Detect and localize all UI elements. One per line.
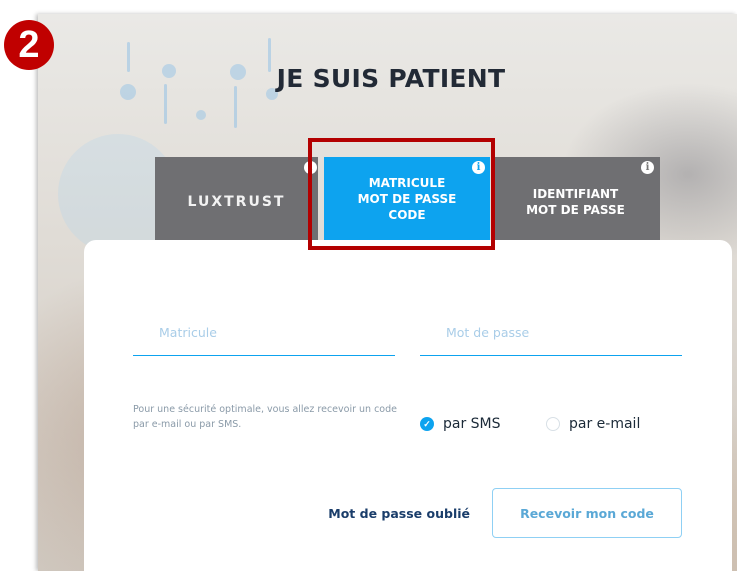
luxtrust-logo: LUXTRUST bbox=[187, 194, 286, 210]
security-note: Pour une sécurité optimale, vous allez r… bbox=[133, 404, 397, 430]
decorative-dot bbox=[120, 84, 136, 100]
decorative-line bbox=[164, 84, 167, 124]
radio-email-option[interactable]: par e-mail bbox=[546, 416, 640, 432]
info-icon[interactable]: i bbox=[641, 161, 654, 174]
check-icon[interactable]: ✓ bbox=[420, 417, 434, 431]
login-form-card: Pour une sécurité optimale, vous allez r… bbox=[84, 240, 732, 571]
decorative-dot bbox=[162, 64, 176, 78]
matricule-field-wrapper bbox=[133, 310, 395, 356]
password-field-wrapper bbox=[420, 310, 682, 356]
info-icon[interactable]: i bbox=[472, 161, 485, 174]
tab-label: MATRICULE MOT DE PASSE CODE bbox=[358, 175, 457, 223]
receive-code-button[interactable]: Recevoir mon code bbox=[492, 488, 682, 538]
radio-unchecked-icon[interactable] bbox=[546, 417, 560, 431]
radio-email-label: par e-mail bbox=[569, 416, 641, 432]
step-number-badge: 2 bbox=[4, 20, 54, 70]
tab-label: IDENTIFIANT MOT DE PASSE bbox=[526, 186, 625, 218]
page-title: JE SUIS PATIENT bbox=[276, 64, 506, 93]
login-method-tabs: LUXTRUST i MATRICULE MOT DE PASSE CODE i… bbox=[155, 157, 660, 241]
radio-sms-option[interactable]: ✓ par SMS bbox=[420, 416, 501, 432]
decorative-dot bbox=[196, 110, 206, 120]
tab-identifier-password[interactable]: IDENTIFIANT MOT DE PASSE i bbox=[491, 157, 660, 241]
tab-label-line: MOT DE PASSE bbox=[357, 192, 457, 206]
radio-sms-label: par SMS bbox=[443, 416, 501, 432]
tab-label-line: IDENTIFIANT bbox=[532, 187, 619, 201]
decorative-line bbox=[127, 42, 130, 72]
tab-luxtrust[interactable]: LUXTRUST i bbox=[155, 157, 318, 241]
info-icon[interactable]: i bbox=[304, 161, 317, 174]
forgot-password-link[interactable]: Mot de passe oublié bbox=[318, 506, 470, 521]
matricule-input[interactable] bbox=[133, 310, 395, 355]
tab-label-line: MATRICULE bbox=[368, 176, 446, 190]
password-input[interactable] bbox=[420, 310, 682, 355]
tab-label-line: CODE bbox=[388, 208, 426, 222]
tab-label-line: MOT DE PASSE bbox=[526, 203, 625, 217]
tab-matricule-password-code[interactable]: MATRICULE MOT DE PASSE CODE i bbox=[324, 157, 490, 241]
